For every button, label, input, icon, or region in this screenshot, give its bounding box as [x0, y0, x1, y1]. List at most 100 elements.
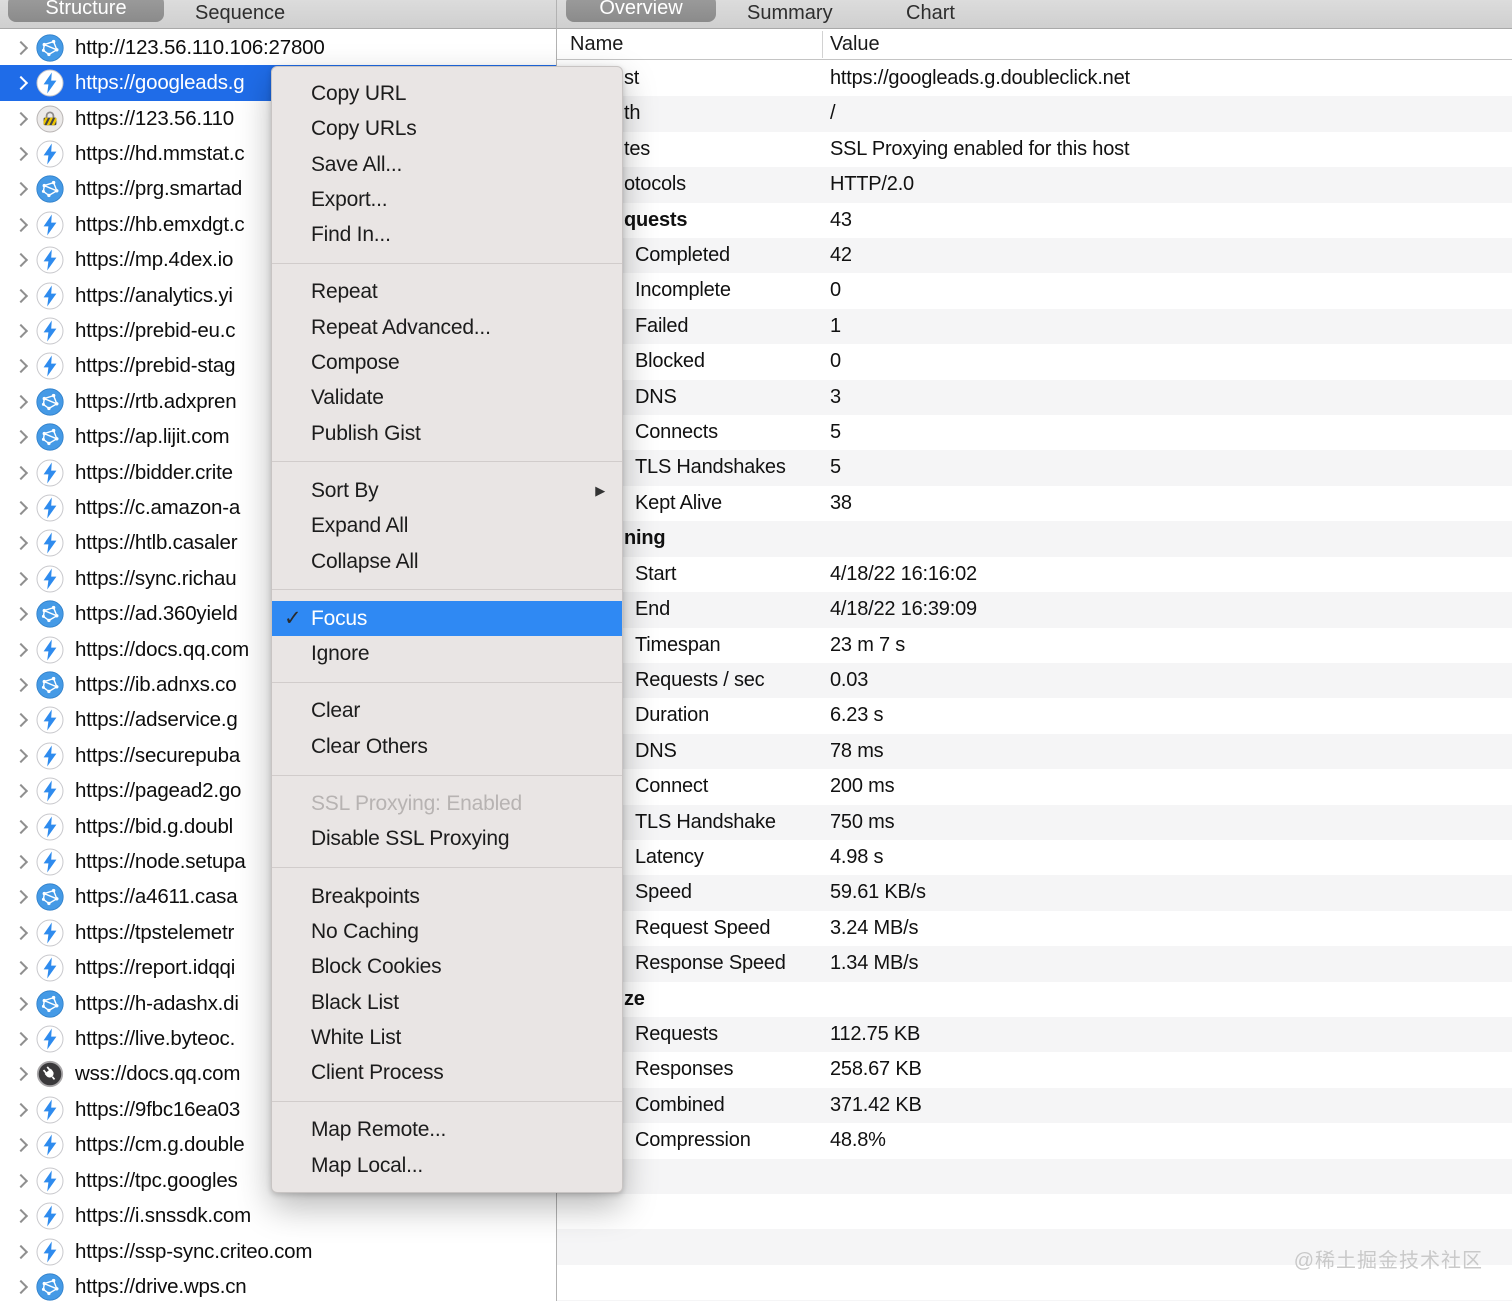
chevron-right-icon[interactable] [13, 76, 29, 91]
menu-item-black-list[interactable]: Black List [272, 985, 622, 1020]
table-row[interactable]: DNS 3 [557, 379, 1512, 416]
menu-item-copy-urls[interactable]: Copy URLs [272, 111, 622, 146]
chevron-right-icon[interactable] [13, 642, 29, 657]
table-row[interactable]: Completed 42 [557, 238, 1512, 274]
chevron-right-icon[interactable] [13, 819, 29, 834]
chevron-right-icon[interactable] [13, 359, 29, 374]
chevron-right-icon[interactable] [13, 1244, 29, 1259]
table-row[interactable] [557, 1158, 1512, 1194]
menu-item-repeat[interactable]: Repeat [272, 274, 622, 309]
menu-item-ignore[interactable]: Ignore [272, 636, 622, 671]
menu-item-map-local[interactable]: Map Local... [272, 1148, 622, 1183]
chevron-right-icon[interactable] [13, 430, 29, 445]
table-row[interactable]: Responses 258.67 KB [557, 1052, 1512, 1087]
table-row[interactable]: quests 43 [557, 203, 1512, 238]
table-row[interactable]: Kept Alive 38 [557, 486, 1512, 521]
table-row[interactable]: Failed 1 [557, 308, 1512, 345]
table-row[interactable]: DNS 78 ms [557, 733, 1512, 770]
chevron-right-icon[interactable] [13, 607, 29, 622]
chevron-right-icon[interactable] [13, 182, 29, 197]
table-row[interactable] [557, 1194, 1512, 1229]
chevron-right-icon[interactable] [13, 961, 29, 976]
chevron-right-icon[interactable] [13, 677, 29, 693]
column-header-name[interactable]: Name [570, 33, 623, 56]
chevron-right-icon[interactable] [13, 925, 29, 940]
menu-item-expand-all[interactable]: Expand All [272, 508, 622, 543]
table-row[interactable]: st https://googleads.g.doubleclick.net [557, 61, 1512, 96]
table-row[interactable]: Connects 5 [557, 415, 1512, 450]
table-row[interactable]: Connect 200 ms [557, 769, 1512, 804]
url-row[interactable]: http://123.56.110.106:27800 [0, 30, 556, 66]
tab-summary[interactable]: Summary [747, 0, 833, 26]
chevron-right-icon[interactable] [13, 536, 29, 551]
chevron-right-icon[interactable] [13, 253, 29, 268]
table-row[interactable]: Compression 48.8% [557, 1123, 1512, 1158]
chevron-right-icon[interactable] [13, 890, 29, 905]
menu-item-disable-ssl-proxying[interactable]: Disable SSL Proxying [272, 821, 622, 856]
chevron-right-icon[interactable] [13, 111, 29, 126]
chevron-right-icon[interactable] [13, 784, 29, 799]
table-row[interactable]: Response Speed 1.34 MB/s [557, 946, 1512, 982]
chevron-right-icon[interactable] [13, 1209, 29, 1224]
chevron-right-icon[interactable] [13, 465, 29, 480]
tab-overview[interactable]: Overview [566, 0, 716, 22]
table-row[interactable]: Latency 4.98 s [557, 840, 1512, 875]
tab-sequence[interactable]: Sequence [195, 0, 285, 26]
menu-item-no-caching[interactable]: No Caching [272, 914, 622, 949]
chevron-right-icon[interactable] [13, 748, 29, 763]
menu-item-compose[interactable]: Compose [272, 345, 622, 380]
menu-item-clear[interactable]: Clear [272, 693, 622, 728]
menu-item-repeat-advanced[interactable]: Repeat Advanced... [272, 310, 622, 345]
chevron-right-icon[interactable] [13, 394, 29, 409]
table-row[interactable]: tes SSL Proxying enabled for this host [557, 132, 1512, 167]
table-row[interactable]: Blocked 0 [557, 344, 1512, 379]
tab-structure[interactable]: Structure [8, 0, 164, 22]
column-divider[interactable] [822, 31, 823, 58]
chevron-right-icon[interactable] [13, 217, 29, 232]
table-row[interactable]: Timespan 23 m 7 s [557, 628, 1512, 663]
column-header-value[interactable]: Value [830, 33, 880, 56]
table-row[interactable]: ze [557, 982, 1512, 1017]
url-row[interactable]: https://i.snssdk.com [0, 1198, 556, 1234]
chevron-right-icon[interactable] [13, 40, 29, 55]
menu-item-block-cookies[interactable]: Block Cookies [272, 949, 622, 984]
url-row[interactable]: https://ssp-sync.criteo.com [0, 1233, 556, 1270]
menu-item-find-in[interactable]: Find In... [272, 217, 622, 252]
chevron-right-icon[interactable] [13, 500, 29, 516]
table-row[interactable]: ning [557, 521, 1512, 557]
table-row[interactable]: Speed 59.61 KB/s [557, 875, 1512, 911]
table-row[interactable]: Request Speed 3.24 MB/s [557, 911, 1512, 946]
chevron-right-icon[interactable] [13, 1067, 29, 1082]
table-row[interactable]: TLS Handshakes 5 [557, 450, 1512, 486]
menu-item-breakpoints[interactable]: Breakpoints [272, 879, 622, 914]
menu-item-white-list[interactable]: White List [272, 1020, 622, 1055]
table-row[interactable]: Incomplete 0 [557, 273, 1512, 308]
tab-chart[interactable]: Chart [906, 0, 955, 26]
chevron-right-icon[interactable] [13, 713, 29, 728]
chevron-right-icon[interactable] [13, 571, 29, 586]
menu-item-clear-others[interactable]: Clear Others [272, 729, 622, 764]
table-row[interactable]: Combined 371.42 KB [557, 1087, 1512, 1124]
table-row[interactable]: Start 4/18/22 16:16:02 [557, 557, 1512, 592]
table-row[interactable]: End 4/18/22 16:39:09 [557, 592, 1512, 628]
menu-item-map-remote[interactable]: Map Remote... [272, 1112, 622, 1147]
table-row[interactable]: Duration 6.23 s [557, 698, 1512, 733]
menu-item-publish-gist[interactable]: Publish Gist [272, 416, 622, 451]
table-row[interactable]: Requests / sec 0.03 [557, 662, 1512, 699]
chevron-right-icon[interactable] [13, 1279, 29, 1294]
chevron-right-icon[interactable] [13, 146, 29, 161]
menu-item-validate[interactable]: Validate [272, 380, 622, 415]
url-row[interactable]: https://drive.wps.cn [0, 1269, 556, 1301]
table-row[interactable]: otocols HTTP/2.0 [557, 167, 1512, 203]
chevron-right-icon[interactable] [13, 854, 29, 870]
menu-item-sort-by[interactable]: Sort By ▶ [272, 473, 622, 508]
table-row[interactable]: th / [557, 96, 1512, 132]
chevron-right-icon[interactable] [13, 1173, 29, 1188]
table-row[interactable]: TLS Handshake 750 ms [557, 804, 1512, 840]
chevron-right-icon[interactable] [13, 1102, 29, 1117]
chevron-right-icon[interactable] [13, 1032, 29, 1047]
menu-item-focus[interactable]: ✓ Focus [272, 600, 622, 637]
table-row[interactable]: Requests 112.75 KB [557, 1016, 1512, 1053]
chevron-right-icon[interactable] [13, 996, 29, 1011]
chevron-right-icon[interactable] [13, 323, 29, 339]
